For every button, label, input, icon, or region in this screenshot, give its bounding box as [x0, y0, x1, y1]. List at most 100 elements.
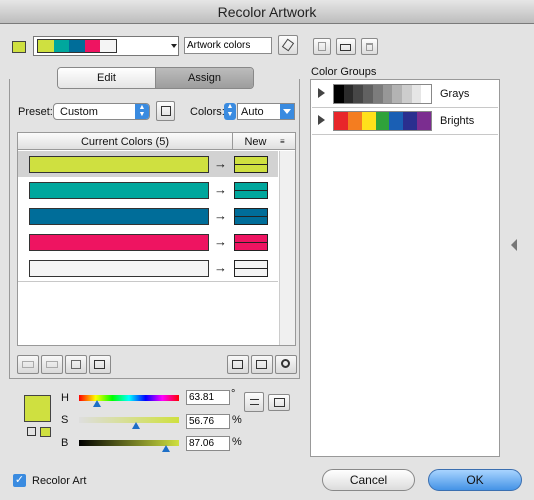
arrow-right-icon[interactable]: →	[214, 155, 227, 172]
arrow-right-icon[interactable]: →	[214, 207, 227, 224]
current-color-bar[interactable]	[29, 182, 209, 199]
magnifier-icon	[281, 359, 290, 368]
brightness-label: B	[61, 437, 69, 449]
stepper-icon: ▲ ▼	[135, 104, 149, 119]
preset-select[interactable]: Custom ▲ ▼	[53, 103, 150, 120]
merge-icon	[22, 361, 34, 368]
table-scrollbar[interactable]	[279, 151, 295, 345]
exclude-icon	[71, 360, 81, 369]
saturation-slider[interactable]	[79, 417, 179, 423]
group-swatch	[389, 112, 404, 130]
table-row[interactable]: →	[18, 177, 278, 204]
table-row[interactable]: →	[18, 229, 278, 256]
colors-stepper[interactable]: ▲ ▼	[224, 103, 236, 120]
disclosure-triangle-icon[interactable]	[318, 115, 325, 125]
new-color-swatch[interactable]	[234, 260, 268, 277]
group-swatches	[333, 84, 432, 104]
color-mode-menu-button[interactable]	[244, 392, 264, 412]
group-swatch	[372, 85, 383, 103]
group-swatch	[401, 85, 412, 103]
separate-colors-button[interactable]	[41, 355, 63, 374]
preset-label: Preset:	[18, 106, 53, 118]
arrow-right-icon[interactable]: →	[214, 233, 227, 250]
current-color-bar[interactable]	[29, 208, 209, 225]
options-icon	[161, 106, 171, 116]
group-swatch	[417, 112, 432, 130]
group-label: Brights	[440, 115, 475, 127]
chevron-left-icon	[511, 239, 517, 251]
find-color-button[interactable]	[275, 355, 297, 374]
group-swatch	[361, 112, 376, 130]
current-color-bar[interactable]	[29, 234, 209, 251]
preset-options-button[interactable]	[156, 101, 175, 121]
group-swatch	[411, 85, 422, 103]
saturation-thumb[interactable]	[131, 422, 140, 429]
new-color-swatch[interactable]	[234, 208, 268, 225]
hue-label: H	[61, 392, 69, 404]
new-color-swatch[interactable]	[234, 234, 268, 251]
brightness-thumb[interactable]	[162, 445, 171, 452]
new-row-icon	[94, 360, 105, 369]
group-swatch	[343, 85, 354, 103]
arrow-right-icon[interactable]: →	[214, 259, 227, 276]
brightness-field[interactable]	[186, 436, 230, 451]
table-row[interactable]: →	[18, 151, 278, 178]
color-group-grays[interactable]: Grays	[312, 81, 498, 108]
current-color-bar[interactable]	[29, 156, 209, 173]
hue-thumb[interactable]	[92, 400, 101, 407]
exclude-colors-button[interactable]	[65, 355, 87, 374]
current-colors-dropdown[interactable]	[170, 38, 179, 54]
chevron-down-icon	[171, 44, 177, 48]
new-group-button[interactable]	[336, 38, 356, 55]
hue-field[interactable]	[186, 390, 230, 405]
delete-group-button[interactable]	[361, 38, 378, 55]
disclosure-triangle-icon[interactable]	[318, 88, 325, 98]
current-color-chip	[38, 40, 54, 52]
selected-color-preview	[24, 395, 51, 422]
color-picker-button[interactable]	[278, 35, 298, 55]
recolor-art-label: Recolor Art	[32, 475, 87, 487]
group-swatch	[382, 85, 393, 103]
chevron-down-icon	[280, 104, 294, 119]
group-swatch	[392, 85, 402, 103]
preset-value: Custom	[60, 106, 98, 118]
cancel-button[interactable]: Cancel	[322, 469, 415, 491]
artwork-name-field[interactable]	[184, 37, 272, 54]
new-color-swatch[interactable]	[234, 182, 268, 199]
randomize-saturation-button[interactable]	[251, 355, 273, 374]
saturation-icon	[256, 360, 267, 369]
new-row-button[interactable]	[89, 355, 111, 374]
randomize-order-button[interactable]	[227, 355, 249, 374]
group-swatch	[375, 112, 390, 130]
arrow-right-icon[interactable]: →	[214, 181, 227, 198]
current-colors-swatches	[37, 39, 117, 53]
table-row[interactable]: →	[18, 203, 278, 230]
grid-icon	[274, 398, 285, 407]
color-group-brights[interactable]: Brights	[312, 108, 498, 135]
current-color-chip	[69, 40, 85, 52]
collapse-panel-handle[interactable]	[508, 230, 522, 260]
current-color-chip	[53, 40, 70, 52]
table-row[interactable]: →	[18, 255, 278, 282]
table-menu-icon[interactable]: ≡	[280, 137, 285, 146]
new-color-swatch[interactable]	[234, 156, 268, 173]
recolor-art-checkbox[interactable]: ✓	[13, 474, 26, 487]
current-color-bar[interactable]	[29, 260, 209, 277]
group-swatch	[363, 85, 373, 103]
group-swatch	[334, 85, 344, 103]
saturation-field[interactable]	[186, 414, 230, 429]
save-group-button[interactable]	[313, 38, 331, 55]
brightness-unit: %	[232, 436, 242, 448]
web-safe-swatch[interactable]	[40, 427, 51, 437]
group-label: Grays	[440, 88, 470, 100]
merge-colors-button[interactable]	[17, 355, 39, 374]
saturation-label: S	[61, 414, 69, 426]
saturation-unit: %	[232, 414, 242, 426]
ok-button[interactable]: OK	[428, 469, 522, 491]
eyedropper-icon	[281, 38, 295, 52]
colors-label: Colors:	[190, 106, 225, 118]
colors-select[interactable]: Auto	[237, 103, 295, 120]
swatch-grid-button[interactable]	[268, 394, 290, 411]
active-color-swatch[interactable]	[12, 41, 26, 53]
current-color-chip	[100, 40, 116, 52]
